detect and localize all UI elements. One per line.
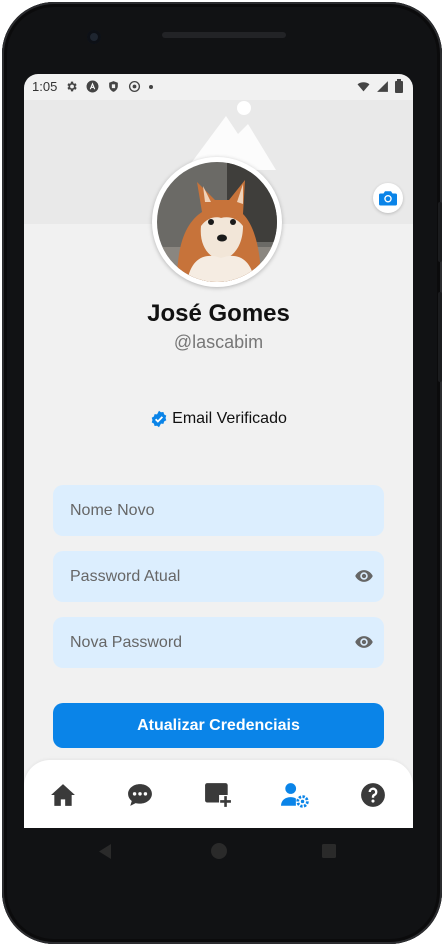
wifi-icon [357,81,370,91]
dog-photo-icon [157,162,277,282]
system-navigation-bar [0,828,444,874]
verified-status: Email Verificado [24,410,413,428]
nav-help[interactable] [358,780,388,810]
status-bar: 1:05 [24,74,413,100]
dot-icon [149,84,154,89]
user-settings-icon [281,783,309,808]
profile-handle: @lascabim [173,332,264,352]
notification-a-icon [86,80,99,93]
back-icon[interactable] [97,843,113,860]
new-password-placeholder: Nova Password [70,634,183,651]
update-credentials-button[interactable]: Atualizar Credenciais [53,703,384,748]
profile-name: José Gomes [147,300,290,327]
recents-icon[interactable] [321,843,337,859]
new-password-field[interactable]: Nova Password [53,617,384,668]
sync-icon [129,80,141,93]
show-password-icon[interactable] [354,566,374,586]
verified-label: Email Verificado [172,410,287,427]
home-icon [51,784,75,806]
power-button [438,202,442,262]
avatar-frame[interactable] [152,157,282,287]
cell-signal-icon [377,80,388,92]
new-name-placeholder: Nome Novo [70,502,155,519]
home-system-icon[interactable] [210,842,228,860]
app-screen: 1:05 José Gomes @lascabim Email Verifica… [24,74,413,828]
nav-user-settings[interactable] [280,780,310,810]
nav-add-post[interactable] [203,780,233,810]
add-post-icon [205,783,232,808]
new-name-field[interactable]: Nome Novo [53,485,384,536]
camera-icon [379,191,397,206]
chat-icon [128,784,152,806]
nav-home[interactable] [48,780,78,810]
change-photo-button[interactable] [373,183,403,213]
nav-messages[interactable] [125,780,155,810]
show-password-icon[interactable] [354,632,374,652]
speaker-grille [162,32,286,38]
bottom-navigation [24,760,413,828]
front-camera [87,30,101,44]
current-password-placeholder: Password Atual [70,568,181,585]
status-time: 1:05 [32,79,58,94]
verified-badge-icon [151,410,167,428]
help-icon [361,783,385,807]
volume-button [438,292,442,382]
current-password-field[interactable]: Password Atual [53,551,384,602]
avatar [157,162,277,282]
shield-icon [109,81,119,92]
battery-icon [395,79,403,93]
settings-icon [67,81,78,92]
